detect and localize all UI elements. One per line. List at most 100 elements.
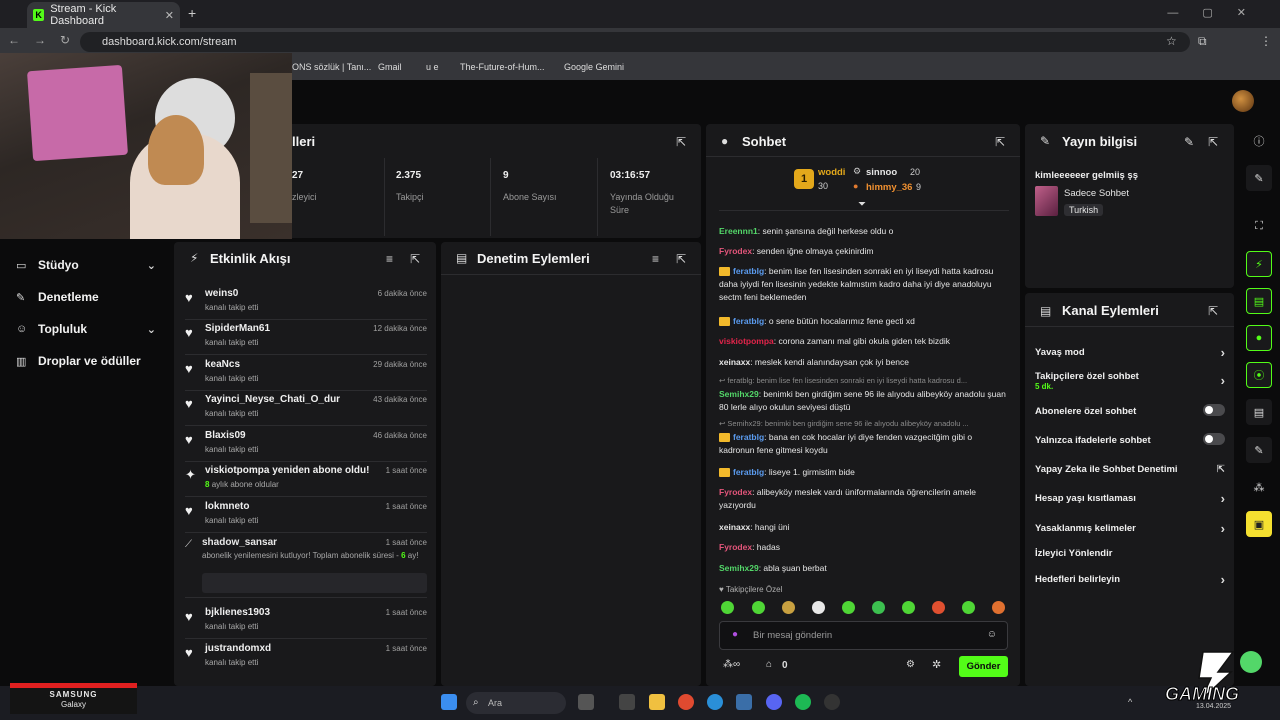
bookmark-item[interactable]: Gmail	[378, 62, 402, 72]
mic-icon[interactable]: ●	[732, 629, 738, 640]
category-name[interactable]: Sadece Sohbet	[1064, 188, 1129, 199]
chat-username[interactable]: Semihx29	[719, 389, 759, 399]
event-username[interactable]: lokmneto	[205, 501, 249, 512]
emoji-icon[interactable]: ☺	[987, 629, 997, 640]
spotify-icon[interactable]	[795, 694, 811, 710]
chat-username[interactable]: feratblg	[733, 266, 764, 276]
bookmark-star-icon[interactable]: ☆	[1166, 34, 1177, 48]
chat-username[interactable]: viskiotpompa	[719, 336, 774, 346]
event-username[interactable]: Yayinci_Neyse_Chati_O_dur	[205, 394, 340, 405]
sidebar-item-drops[interactable]: ▥ Droplar ve ödüller	[16, 354, 156, 368]
document-icon[interactable]: ▤	[1246, 288, 1272, 314]
popout-icon[interactable]: ⇱	[676, 252, 686, 266]
filter-icon[interactable]: ≡	[386, 252, 393, 266]
channel-action-emote-only[interactable]: Yalnızca ifadelerle sohbet	[1035, 433, 1225, 446]
store-icon[interactable]: ⌂	[766, 659, 772, 670]
emote-icon[interactable]	[962, 601, 975, 614]
clapper-icon[interactable]: ▣	[1246, 511, 1272, 537]
chat-username[interactable]: Ereennn1	[719, 226, 758, 236]
send-button[interactable]: Gönder	[959, 656, 1008, 677]
emote-icon[interactable]	[992, 601, 1005, 614]
emote-icon[interactable]	[932, 601, 945, 614]
tray-chevron-icon[interactable]: ^	[1128, 697, 1132, 707]
channel-action-account-age[interactable]: Hesap yaşı kısıtlaması ›	[1035, 491, 1225, 506]
new-tab-icon[interactable]: +	[188, 5, 196, 21]
chat-username[interactable]: feratblg	[733, 467, 764, 477]
channel-action-raid[interactable]: İzleyici Yönlendir	[1035, 548, 1225, 559]
event-username[interactable]: Blaxis09	[205, 430, 246, 441]
store-icon[interactable]	[736, 694, 752, 710]
close-tab-icon[interactable]: ✕	[165, 9, 174, 22]
filter-icon[interactable]: ≡	[652, 252, 659, 266]
user-avatar[interactable]	[1232, 90, 1254, 112]
emote-icon[interactable]	[902, 601, 915, 614]
chat-username[interactable]: Fyrodex	[719, 542, 752, 552]
url-input[interactable]: dashboard.kick.com/stream	[80, 32, 1190, 52]
channel-action-banned-words[interactable]: Yasaklanmış kelimeler ›	[1035, 521, 1225, 536]
chat-username[interactable]: xeinaxx	[719, 357, 750, 367]
wrench-icon[interactable]: ✎	[1246, 437, 1272, 463]
emote-icon[interactable]	[782, 601, 795, 614]
channel-action-goals[interactable]: Hedefleri belirleyin ›	[1035, 572, 1225, 587]
window-controls[interactable]: —▢✕	[1167, 6, 1270, 19]
event-username[interactable]: viskiotpompa yeniden abone oldu!	[205, 465, 369, 476]
channel-action-slow-mode[interactable]: Yavaş mod ›	[1035, 345, 1225, 360]
edit-icon[interactable]: ✎	[1246, 165, 1272, 191]
taskbar-search[interactable]: Ara	[466, 692, 566, 714]
points-icon[interactable]: ⁂	[1246, 474, 1272, 500]
discord-icon[interactable]	[766, 694, 782, 710]
event-username[interactable]: shadow_sansar	[202, 537, 277, 548]
chat-bubble-icon[interactable]: ●	[1246, 325, 1272, 351]
chat-input[interactable]: ● Bir mesaj gönderin ☺	[719, 621, 1008, 650]
broadcast-icon[interactable]: ⦿	[1246, 362, 1272, 388]
popout-icon[interactable]: ⇱	[676, 135, 686, 149]
emote-icon[interactable]	[721, 601, 734, 614]
popout-icon[interactable]: ⇱	[1208, 304, 1218, 318]
collapse-icon[interactable]: ⏷	[858, 199, 866, 210]
chat-username[interactable]: Semihx29	[719, 563, 759, 573]
event-username[interactable]: keaNcs	[205, 359, 240, 370]
sidebar-item-moderation[interactable]: ✎ Denetleme	[16, 290, 156, 304]
extensions-icon[interactable]: ⧉	[1198, 34, 1207, 49]
browser-tab[interactable]: K Stream - Kick Dashboard ✕	[27, 2, 180, 28]
edit-icon[interactable]: ✎	[1184, 135, 1194, 149]
channel-action-subscribers-only[interactable]: Abonelere özel sohbet	[1035, 404, 1225, 417]
event-username[interactable]: justrandomxd	[205, 643, 271, 654]
points-icon[interactable]: ⁂∞	[723, 659, 740, 670]
info-icon[interactable]: ⓘ	[1246, 128, 1272, 154]
nav-buttons[interactable]: ←→↻	[8, 33, 84, 47]
leaderboard-user[interactable]: sinnoo	[866, 167, 897, 178]
bookmark-item[interactable]: ONS sözlük | Tanı...	[292, 62, 371, 72]
obs-icon[interactable]	[824, 694, 840, 710]
emote-icon[interactable]	[872, 601, 885, 614]
emote-icon[interactable]	[812, 601, 825, 614]
chat-username[interactable]: feratblg	[733, 432, 764, 442]
emote-icon[interactable]	[842, 601, 855, 614]
task-view-icon[interactable]	[578, 694, 594, 710]
bookmark-item[interactable]: u e	[426, 62, 439, 72]
leaderboard-user[interactable]: himmy_36	[866, 182, 912, 193]
puzzle-icon[interactable]: ✲	[932, 658, 941, 671]
edge-icon[interactable]	[707, 694, 723, 710]
bookmark-item[interactable]: The-Future-of-Hum...	[460, 62, 545, 72]
gear-icon[interactable]: ⚙	[906, 659, 915, 670]
folder-icon[interactable]	[649, 694, 665, 710]
event-username[interactable]: SipiderMan61	[205, 323, 270, 334]
popout-icon[interactable]: ⇱	[995, 135, 1005, 149]
event-username[interactable]: bjklienes1903	[205, 607, 270, 618]
bolt-icon[interactable]: ⚡	[1246, 251, 1272, 277]
sidebar-item-community[interactable]: ☺ Topluluk ⌄	[16, 322, 156, 336]
channel-action-ai-moderation[interactable]: Yapay Zeka ile Sohbet Denetimi ⇱	[1035, 464, 1225, 475]
toggle-switch[interactable]	[1203, 433, 1225, 445]
bookmark-item[interactable]: Google Gemini	[564, 62, 624, 72]
event-username[interactable]: weins0	[205, 288, 238, 299]
emote-icon[interactable]	[752, 601, 765, 614]
popout-icon[interactable]: ⇱	[1208, 135, 1218, 149]
windows-start-icon[interactable]	[441, 694, 457, 710]
sidebar-item-studio[interactable]: ▭ Stüdyo ⌄	[16, 258, 156, 272]
chat-username[interactable]: Fyrodex	[719, 487, 752, 497]
leaderboard-user[interactable]: woddi	[818, 167, 845, 178]
app-icon[interactable]	[619, 694, 635, 710]
chat-username[interactable]: xeinaxx	[719, 522, 750, 532]
fullscreen-icon[interactable]: ⛶	[1246, 213, 1272, 239]
